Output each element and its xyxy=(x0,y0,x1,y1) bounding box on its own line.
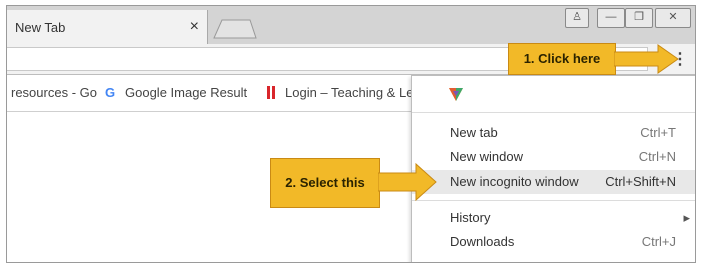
profile-icon[interactable]: ♙ xyxy=(565,8,589,28)
red-bars-icon xyxy=(265,86,279,99)
minimize-button[interactable]: — xyxy=(597,8,625,28)
menu-item-history[interactable]: History ▸ xyxy=(412,206,695,230)
menu-item-label: Downloads xyxy=(450,234,515,249)
menu-item-new-window[interactable]: New window Ctrl+N xyxy=(412,145,695,169)
tab-strip: New Tab × ♙ — ❐ ✕ xyxy=(7,6,695,44)
menu-item-new-tab[interactable]: New tab Ctrl+T xyxy=(412,121,695,145)
menu-item-label: History xyxy=(450,210,491,225)
bookmark-item[interactable]: G Google Image Result xyxy=(105,85,247,100)
submenu-arrow-icon: ▸ xyxy=(683,210,690,225)
bookmark-item[interactable]: resources - Go xyxy=(11,85,97,100)
menu-divider xyxy=(412,112,695,113)
chrome-triangle-logo-icon xyxy=(449,88,463,101)
restore-button[interactable]: ❐ xyxy=(625,8,653,28)
menu-item-label: New tab xyxy=(450,125,498,140)
bookmark-label: Login – Teaching & Le xyxy=(285,85,411,100)
tab-title: New Tab xyxy=(15,20,66,35)
chrome-menu: New tab Ctrl+T New window Ctrl+N New inc… xyxy=(411,75,695,262)
menu-item-shortcut: Ctrl+T xyxy=(640,125,676,140)
close-tab-icon[interactable]: × xyxy=(190,16,199,38)
menu-item-shortcut: Ctrl+J xyxy=(641,234,676,249)
menu-item-new-incognito-window[interactable]: New incognito window Ctrl+Shift+N xyxy=(412,170,695,194)
bookmark-label: resources - Go xyxy=(11,85,97,100)
callout-step-1: 1. Click here xyxy=(508,43,616,75)
menu-item-shortcut: Ctrl+Shift+N xyxy=(605,174,676,189)
google-g-icon: G xyxy=(105,85,116,100)
tab-new-tab[interactable]: New Tab × xyxy=(7,10,208,44)
callout-arrow-icon xyxy=(614,44,679,74)
menu-divider xyxy=(412,200,695,201)
callout-step-2: 2. Select this xyxy=(270,158,380,208)
menu-item-downloads[interactable]: Downloads Ctrl+J xyxy=(412,230,695,254)
menu-item-label: New incognito window xyxy=(450,174,579,189)
bookmark-item[interactable]: Login – Teaching & Le xyxy=(265,85,411,100)
callout-arrow-icon xyxy=(378,162,437,202)
menu-item-shortcut: Ctrl+N xyxy=(638,149,676,164)
new-tab-button[interactable] xyxy=(208,6,258,44)
close-window-button[interactable]: ✕ xyxy=(655,8,691,28)
bookmark-label: Google Image Result xyxy=(125,85,247,100)
menu-item-label: New window xyxy=(450,149,523,164)
